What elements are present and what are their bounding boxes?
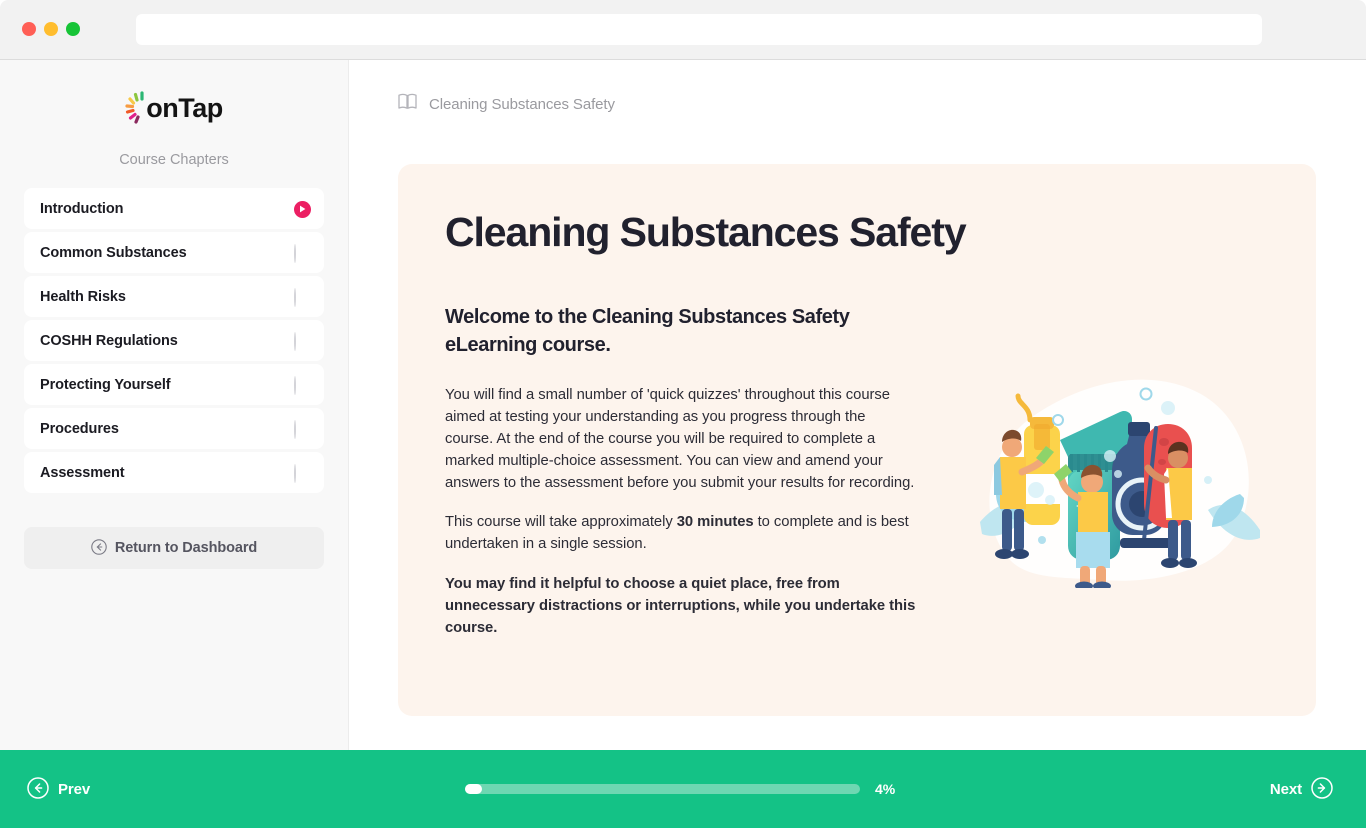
sidebar: onTap Course Chapters Introduction Commo… [0, 60, 349, 750]
progress-bar-fill [465, 784, 482, 794]
circle-outline-icon [294, 287, 296, 307]
breadcrumb-label: Cleaning Substances Safety [429, 95, 615, 113]
maximize-window-button[interactable] [66, 22, 80, 36]
course-chapters-label: Course Chapters [119, 152, 229, 168]
chapter-status-incomplete[interactable] [294, 331, 310, 351]
chapter-status-incomplete[interactable] [294, 287, 310, 307]
progress-percent-label: 4% [875, 781, 896, 797]
logo-burst-icon [125, 91, 151, 125]
prev-label: Prev [58, 780, 91, 798]
sidebar-item-coshh-regulations[interactable]: COSHH Regulations [24, 320, 324, 361]
minimize-window-button[interactable] [44, 22, 58, 36]
progress-bar[interactable] [465, 784, 860, 794]
next-label: Next [1269, 780, 1302, 798]
course-intro-card: Cleaning Substances Safety Welcome to th… [398, 164, 1316, 716]
chapter-status-incomplete[interactable] [294, 375, 310, 395]
chapter-label: Assessment [40, 464, 125, 481]
chapter-label: Health Risks [40, 288, 126, 305]
chapter-list: Introduction Common Substances Health Ri… [0, 188, 348, 493]
course-navigation-footer: Prev 4% Next [0, 750, 1366, 828]
intro-paragraph-3: You may find it helpful to choose a quie… [445, 575, 916, 636]
intro-paragraph-2: This course will take approximately 30 m… [445, 511, 917, 555]
sidebar-item-introduction[interactable]: Introduction [24, 188, 324, 229]
intro-paragraph-1: You will find a small number of 'quick q… [445, 387, 915, 492]
sidebar-item-procedures[interactable]: Procedures [24, 408, 324, 449]
main-content: Cleaning Substances Safety Cleaning Subs… [349, 60, 1366, 750]
play-icon [294, 200, 311, 218]
arrow-left-circle-icon [91, 538, 107, 558]
return-to-dashboard-button[interactable]: Return to Dashboard [24, 527, 324, 569]
window-traffic-lights [22, 22, 80, 36]
welcome-subtitle: Welcome to the Cleaning Substances Safet… [445, 306, 850, 356]
chapter-status-incomplete[interactable] [294, 243, 310, 263]
chapter-status-incomplete[interactable] [294, 463, 310, 483]
browser-chrome [0, 0, 1366, 60]
return-to-dashboard-label: Return to Dashboard [114, 540, 258, 556]
card-body: Welcome to the Cleaning Substances Safet… [445, 304, 917, 656]
app-root: onTap Course Chapters Introduction Commo… [0, 60, 1366, 828]
sidebar-item-health-risks[interactable]: Health Risks [24, 276, 324, 317]
chapter-label: Common Substances [40, 244, 187, 261]
sidebar-item-common-substances[interactable]: Common Substances [24, 232, 324, 273]
page-title: Cleaning Substances Safety [445, 209, 967, 255]
next-button[interactable]: Next [1269, 776, 1333, 802]
circle-outline-icon [294, 243, 296, 263]
brand-logo[interactable]: onTap [0, 86, 348, 130]
circle-outline-icon [294, 419, 296, 439]
address-bar-input[interactable] [136, 14, 1262, 45]
logo-text: onTap [146, 92, 223, 123]
breadcrumb[interactable]: Cleaning Substances Safety [398, 93, 1366, 115]
chapter-label: Introduction [40, 200, 124, 217]
duration-text-before: This course will take approximately [445, 514, 677, 531]
duration-value: 30 minutes [676, 514, 754, 531]
circle-outline-icon [294, 331, 296, 351]
circle-outline-icon [294, 375, 296, 395]
cleaning-supplies-illustration [972, 362, 1270, 588]
prev-button[interactable]: Prev [27, 776, 91, 802]
chapter-label: COSHH Regulations [40, 332, 178, 349]
sidebar-item-assessment[interactable]: Assessment [24, 452, 324, 493]
arrow-left-circle-icon [27, 776, 49, 802]
chapter-label: Protecting Yourself [40, 376, 171, 393]
course-progress: 4% [465, 781, 895, 797]
chapter-status-incomplete[interactable] [294, 419, 310, 439]
close-window-button[interactable] [22, 22, 36, 36]
chapter-label: Procedures [40, 420, 119, 437]
sidebar-item-protecting-yourself[interactable]: Protecting Yourself [24, 364, 324, 405]
chapter-status-play[interactable] [294, 200, 311, 218]
arrow-right-circle-icon [1311, 776, 1333, 802]
book-icon [398, 93, 417, 115]
circle-outline-icon [294, 463, 296, 483]
